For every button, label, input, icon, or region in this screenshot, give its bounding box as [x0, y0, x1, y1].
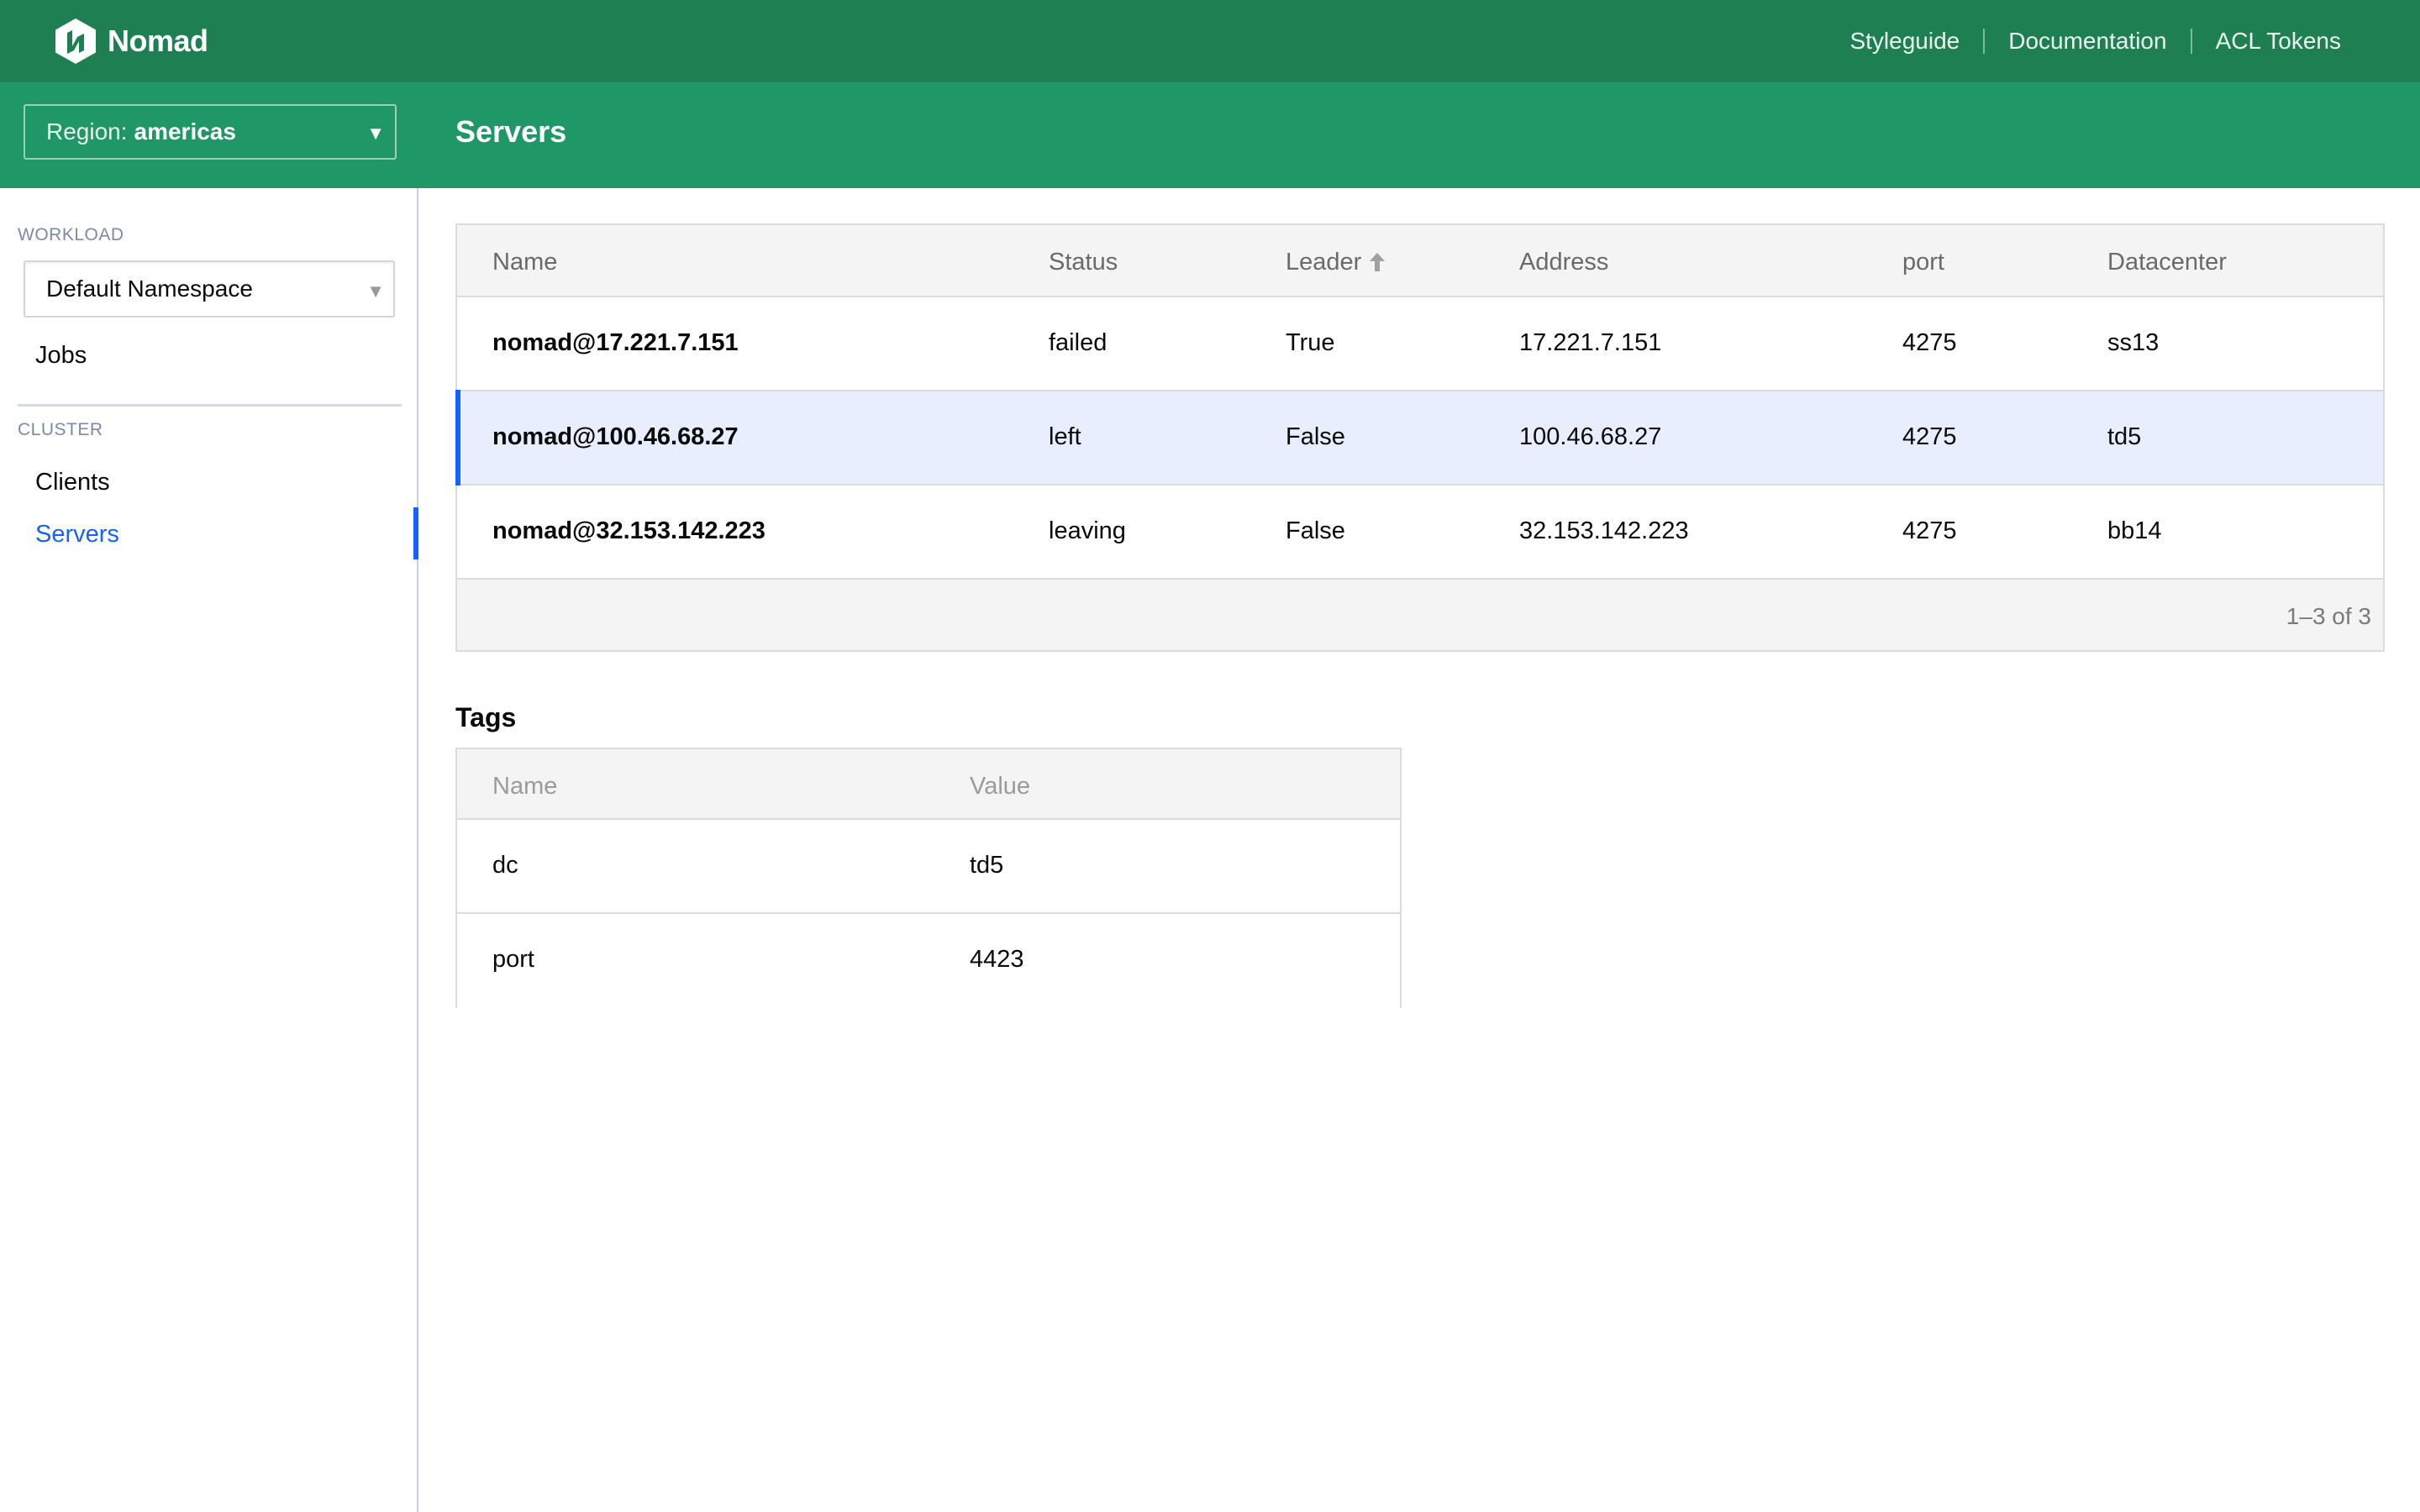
table-header: Name Status Leader Address port Datacent…: [457, 225, 2383, 297]
server-leader: False: [1286, 423, 1345, 450]
sidebar-item-clients[interactable]: Clients: [35, 469, 110, 496]
column-header-status[interactable]: Status: [1049, 249, 1118, 276]
server-status: leaving: [1049, 517, 1126, 544]
caret-down-icon: ▼: [366, 123, 385, 144]
sidebar-item-jobs[interactable]: Jobs: [35, 342, 87, 370]
tags-table-header: Name Value: [457, 749, 1400, 820]
server-address: 100.46.68.27: [1519, 423, 1662, 450]
top-navbar: Nomad Styleguide Documentation ACL Token…: [0, 0, 2420, 82]
server-port: 4275: [1902, 423, 1957, 450]
nav-link-acl-tokens[interactable]: ACL Tokens: [2190, 29, 2365, 54]
workload-menu-label: WORKLOAD: [18, 225, 124, 244]
nomad-logo-icon: [55, 18, 96, 64]
tags-column-header-value: Value: [970, 773, 1031, 800]
server-name[interactable]: nomad@100.46.68.27: [492, 423, 739, 451]
caret-down-icon: ▼: [366, 281, 385, 302]
server-datacenter: bb14: [2107, 517, 2162, 544]
tag-value: td5: [970, 852, 1004, 879]
servers-table: Name Status Leader Address port Datacent…: [455, 223, 2385, 652]
sidebar: WORKLOAD Default Namespace ▼ Jobs CLUSTE…: [0, 188, 418, 1512]
tag-row: dc td5: [457, 820, 1400, 914]
brand-name: Nomad: [108, 24, 208, 58]
server-datacenter: ss13: [2107, 329, 2160, 356]
nav-links: Styleguide Documentation ACL Tokens: [1826, 0, 2365, 82]
table-footer: 1–3 of 3: [457, 580, 2383, 650]
server-port: 4275: [1902, 517, 1957, 544]
tag-name: port: [492, 946, 534, 973]
sub-header: Region: americas ▼ Servers: [0, 82, 2420, 188]
server-status: failed: [1049, 329, 1107, 356]
server-leader: False: [1286, 517, 1345, 544]
column-header-datacenter[interactable]: Datacenter: [2107, 249, 2227, 276]
server-status: left: [1049, 423, 1081, 450]
namespace-value: Default Namespace: [46, 276, 253, 302]
server-port: 4275: [1902, 329, 1957, 356]
region-select[interactable]: Region: americas ▼: [24, 104, 397, 160]
server-name[interactable]: nomad@17.221.7.151: [492, 329, 739, 357]
sidebar-divider: [18, 404, 402, 407]
sort-ascending-icon: [1370, 250, 1386, 278]
column-header-leader-label: Leader: [1286, 249, 1362, 276]
tags-column-header-name: Name: [492, 773, 558, 800]
server-name[interactable]: nomad@32.153.142.223: [492, 517, 765, 545]
tags-table: Name Value dc td5 port 4423: [455, 748, 1402, 1008]
pagination-info: 1–3 of 3: [2286, 603, 2371, 629]
column-header-port[interactable]: port: [1902, 249, 1944, 276]
server-address: 17.221.7.151: [1519, 329, 1662, 356]
column-header-name[interactable]: Name: [492, 249, 557, 276]
tags-title: Tags: [455, 702, 517, 732]
column-header-address[interactable]: Address: [1519, 249, 1608, 276]
nav-link-documentation[interactable]: Documentation: [1983, 29, 2190, 54]
table-row[interactable]: nomad@17.221.7.151 failed True 17.221.7.…: [457, 297, 2383, 391]
server-leader: True: [1286, 329, 1335, 356]
brand-home-link[interactable]: Nomad: [55, 18, 208, 64]
table-row[interactable]: nomad@32.153.142.223 leaving False 32.15…: [457, 486, 2383, 580]
cluster-menu-label: CLUSTER: [18, 420, 103, 439]
tag-name: dc: [492, 852, 518, 879]
page-title: Servers: [455, 114, 567, 149]
server-address: 32.153.142.223: [1519, 517, 1689, 544]
column-header-leader[interactable]: Leader: [1286, 249, 1386, 278]
server-datacenter: td5: [2107, 423, 2142, 450]
region-value: americas: [134, 118, 236, 144]
namespace-select[interactable]: Default Namespace ▼: [24, 260, 395, 318]
region-label: Region:: [46, 118, 128, 144]
table-row-selected[interactable]: nomad@100.46.68.27 left False 100.46.68.…: [455, 390, 2383, 486]
tag-value: 4423: [970, 946, 1024, 973]
tag-row: port 4423: [457, 914, 1400, 1008]
nav-link-styleguide[interactable]: Styleguide: [1826, 29, 1983, 54]
sidebar-item-servers[interactable]: Servers: [35, 521, 119, 549]
active-item-indicator: [413, 507, 418, 559]
